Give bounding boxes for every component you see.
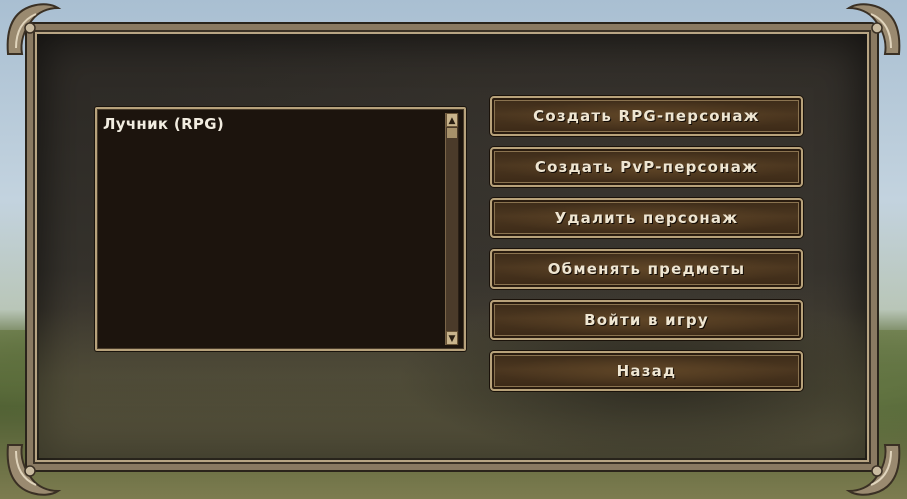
exchange-items-button[interactable]: Обменять предметы: [490, 249, 803, 289]
delete-character-button[interactable]: Удалить персонаж: [490, 198, 803, 238]
arrow-up-icon[interactable]: ▲: [446, 113, 458, 127]
scrollbar-thumb[interactable]: [447, 128, 457, 138]
enter-game-button[interactable]: Войти в игру: [490, 300, 803, 340]
character-list-scrollbar[interactable]: ▲ ▼: [445, 113, 459, 345]
create-rpg-character-button[interactable]: Создать RPG-персонаж: [490, 96, 803, 136]
ornament-corner-icon: [845, 3, 901, 55]
character-list-item[interactable]: Лучник (RPG): [103, 115, 224, 133]
ornament-corner-icon: [845, 444, 901, 496]
arrow-down-icon[interactable]: ▼: [446, 331, 458, 345]
ornament-corner-icon: [6, 3, 62, 55]
character-list: Лучник (RPG) ▲ ▼: [95, 107, 466, 351]
create-pvp-character-button[interactable]: Создать PvP-персонаж: [490, 147, 803, 187]
back-button[interactable]: Назад: [490, 351, 803, 391]
game-screen: { "character_list": { "items": [ { "labe…: [0, 0, 907, 499]
ornament-corner-icon: [6, 444, 62, 496]
